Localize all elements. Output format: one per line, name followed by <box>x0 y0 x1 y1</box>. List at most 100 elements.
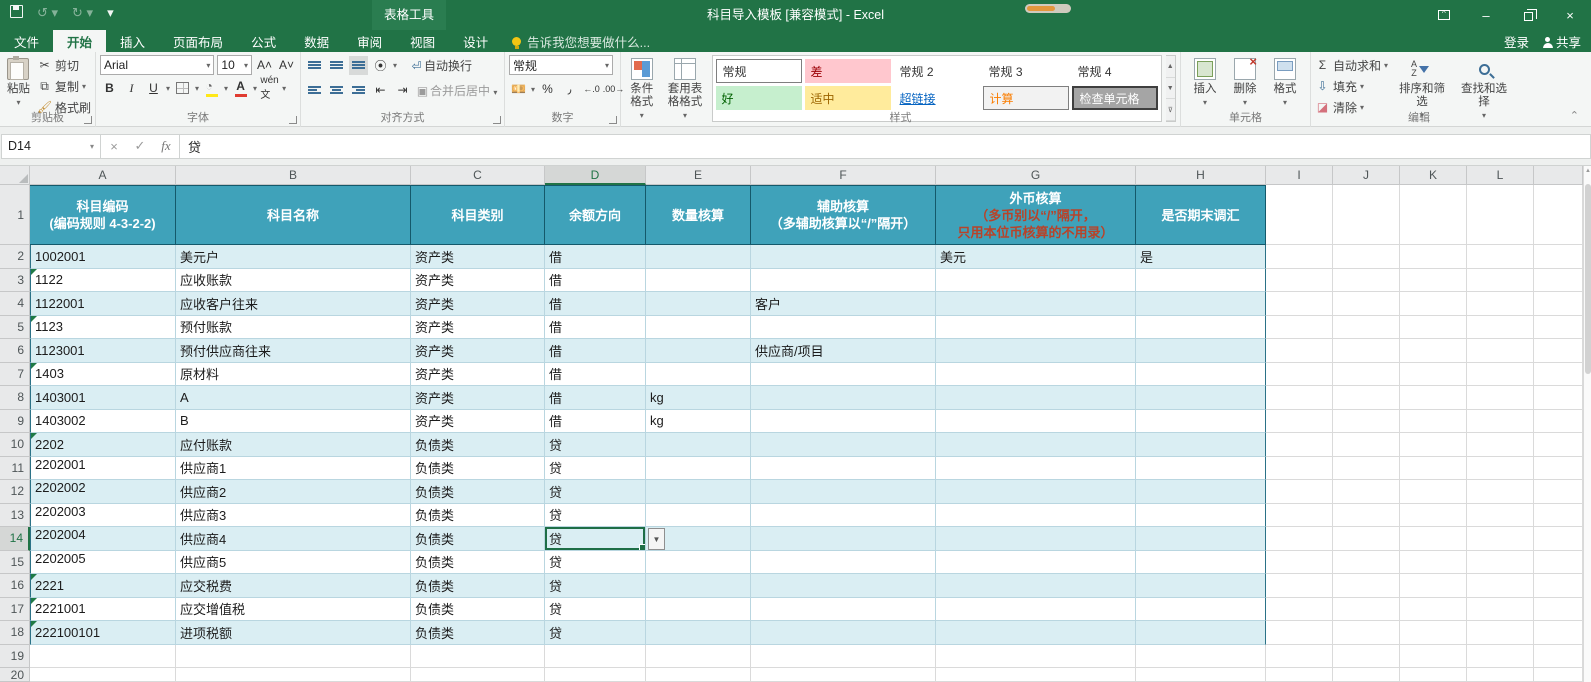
cell[interactable] <box>1136 503 1266 527</box>
cell[interactable]: 1123 <box>30 315 176 339</box>
cell[interactable] <box>1534 315 1583 339</box>
column-header-I[interactable]: I <box>1266 166 1333 185</box>
cell[interactable]: 应交增值税 <box>176 597 411 621</box>
underline-button[interactable]: U <box>144 79 163 98</box>
orientation-icon[interactable]: ⦿ <box>371 56 390 75</box>
cell[interactable] <box>1136 527 1266 551</box>
cell[interactable] <box>1333 668 1400 682</box>
header-cell-period-end-adjust[interactable]: 是否期末调汇 <box>1136 185 1266 245</box>
cell[interactable] <box>545 668 646 682</box>
cell[interactable]: 1123001 <box>30 339 176 363</box>
cell[interactable] <box>751 433 936 457</box>
cell[interactable] <box>1266 597 1333 621</box>
cell[interactable] <box>1266 480 1333 504</box>
cancel-entry-icon[interactable]: × <box>101 139 127 154</box>
cell[interactable] <box>1400 621 1467 645</box>
bold-button[interactable]: B <box>100 79 119 98</box>
cell[interactable] <box>751 550 936 574</box>
cell[interactable] <box>1534 339 1583 363</box>
cell[interactable] <box>936 362 1136 386</box>
cell[interactable] <box>1333 480 1400 504</box>
cell[interactable] <box>936 503 1136 527</box>
cell[interactable] <box>1400 480 1467 504</box>
cell[interactable] <box>1400 292 1467 316</box>
merge-center-button[interactable]: ▣ 合并后居中 ▾ <box>415 82 498 99</box>
cell[interactable]: 222100101 <box>30 621 176 645</box>
increase-decimal-icon[interactable]: ←.0 <box>582 80 601 99</box>
cell[interactable]: 应付账款 <box>176 433 411 457</box>
cell[interactable]: 资产类 <box>411 245 545 269</box>
cell[interactable]: 资产类 <box>411 292 545 316</box>
cell[interactable]: 供应商1 <box>176 456 411 480</box>
cell[interactable]: 负债类 <box>411 574 545 598</box>
autosum-button[interactable]: Σ 自动求和 ▾ <box>1315 55 1388 75</box>
cell[interactable]: 借 <box>545 268 646 292</box>
italic-button[interactable]: I <box>122 79 141 98</box>
cell[interactable]: 借 <box>545 245 646 269</box>
cell[interactable] <box>1400 574 1467 598</box>
customize-qat-icon[interactable]: ▾ <box>107 5 114 21</box>
cell[interactable] <box>1333 574 1400 598</box>
cell[interactable]: 应收客户往来 <box>176 292 411 316</box>
vertical-scrollbar[interactable]: ▲ <box>1583 166 1591 682</box>
cell[interactable] <box>1400 433 1467 457</box>
close-icon[interactable]: × <box>1549 0 1591 30</box>
cell[interactable] <box>1333 550 1400 574</box>
cell[interactable] <box>646 621 751 645</box>
cell[interactable] <box>1400 268 1467 292</box>
cell[interactable] <box>1467 550 1534 574</box>
cell[interactable] <box>751 456 936 480</box>
cell[interactable] <box>1333 409 1400 433</box>
collapse-ribbon-icon[interactable]: ⌃ <box>1570 109 1579 122</box>
cell[interactable] <box>1136 668 1266 682</box>
cell[interactable]: 资产类 <box>411 386 545 410</box>
row-header-16[interactable]: 16 <box>0 574 30 598</box>
insert-function-icon[interactable]: fx <box>153 138 179 154</box>
cell[interactable] <box>30 644 176 668</box>
cell[interactable]: 2221 <box>30 574 176 598</box>
row-header-4[interactable]: 4 <box>0 292 30 316</box>
column-header-L[interactable]: L <box>1467 166 1534 185</box>
cell[interactable] <box>1467 456 1534 480</box>
cell[interactable]: 负债类 <box>411 503 545 527</box>
align-bottom-icon[interactable] <box>349 55 368 75</box>
cell[interactable]: B <box>176 409 411 433</box>
cell[interactable] <box>751 527 936 551</box>
header-cell-auxiliary-accounting[interactable]: 辅助核算 （多辅助核算以“/”隔开） <box>751 185 936 245</box>
cell[interactable] <box>1266 315 1333 339</box>
cell[interactable]: 借 <box>545 339 646 363</box>
cell[interactable] <box>936 456 1136 480</box>
cell[interactable] <box>751 245 936 269</box>
row-header-18[interactable]: 18 <box>0 621 30 645</box>
cell[interactable]: 预付供应商往来 <box>176 339 411 363</box>
cell[interactable] <box>646 292 751 316</box>
select-all-corner[interactable] <box>0 166 30 185</box>
cell[interactable] <box>646 668 751 682</box>
cell[interactable] <box>411 668 545 682</box>
row-header-9[interactable]: 9 <box>0 409 30 433</box>
row-header-1[interactable]: 1 <box>0 185 30 245</box>
cell[interactable] <box>751 315 936 339</box>
header-cell-subject-category[interactable]: 科目类别 <box>411 185 545 245</box>
cell[interactable] <box>1534 574 1583 598</box>
cell[interactable]: 是 <box>1136 245 1266 269</box>
cell[interactable] <box>1534 597 1583 621</box>
cell[interactable] <box>1534 550 1583 574</box>
align-middle-icon[interactable] <box>327 56 346 75</box>
column-header-D[interactable]: D <box>545 166 646 185</box>
formula-input[interactable]: 贷 <box>180 133 1591 159</box>
cell[interactable] <box>1534 621 1583 645</box>
header-cell-subject-code[interactable]: 科目编码 (编码规则 4-3-2-2) <box>30 185 176 245</box>
increase-indent-icon[interactable]: ⇥ <box>393 81 412 100</box>
cell[interactable] <box>1400 644 1467 668</box>
cell[interactable]: 借 <box>545 315 646 339</box>
accounting-format-icon[interactable]: 💴 <box>509 80 528 99</box>
cell[interactable]: 1122001 <box>30 292 176 316</box>
cell[interactable] <box>1266 268 1333 292</box>
cell[interactable] <box>936 644 1136 668</box>
cell[interactable] <box>1333 644 1400 668</box>
cell[interactable] <box>646 644 751 668</box>
cell[interactable]: 2202005 <box>30 550 176 574</box>
cell[interactable] <box>936 315 1136 339</box>
row-header-8[interactable]: 8 <box>0 386 30 410</box>
